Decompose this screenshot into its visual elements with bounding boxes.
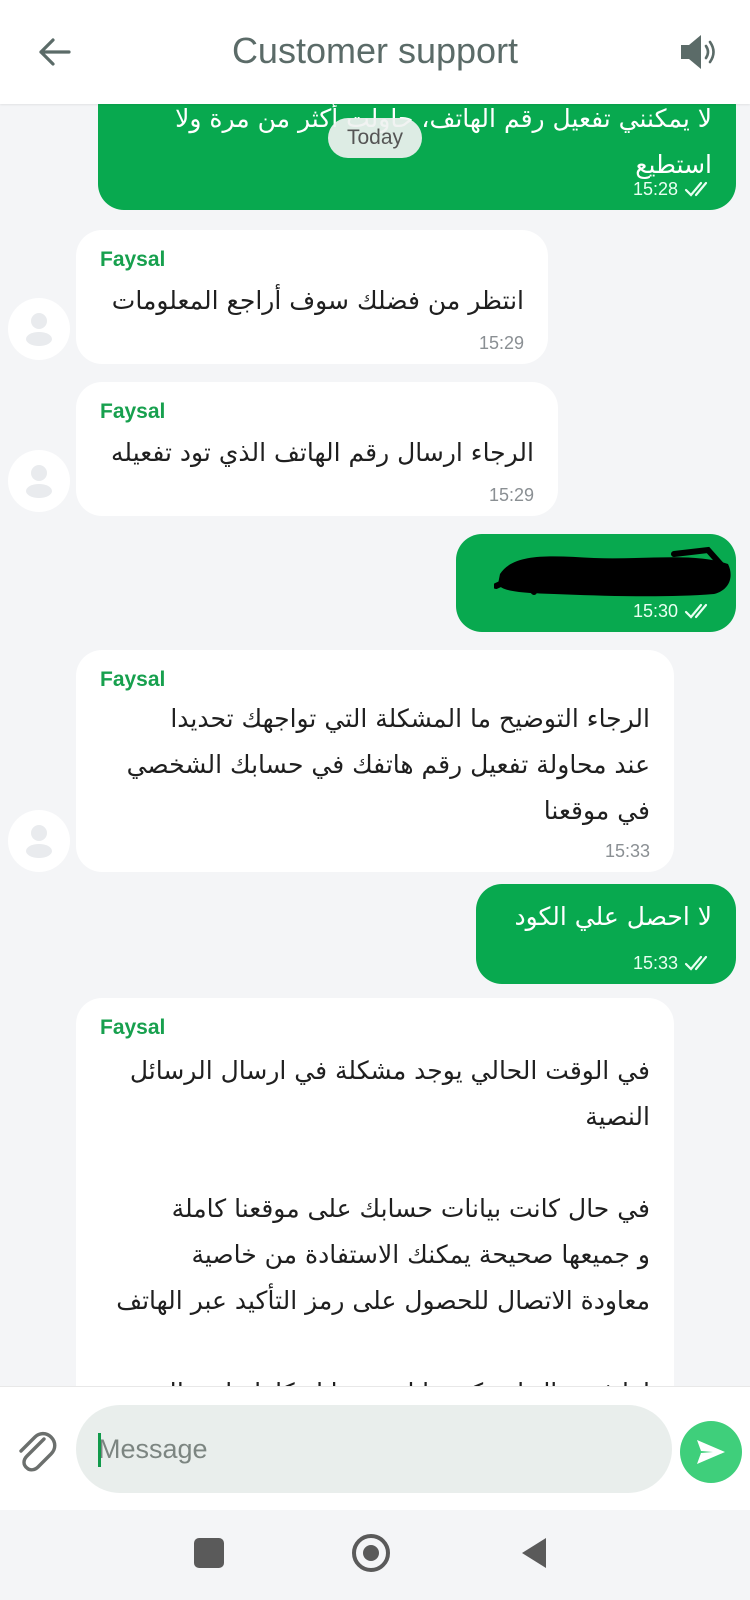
- sender-name: Faysal: [100, 668, 166, 691]
- paperclip-icon: [19, 1431, 57, 1472]
- message-bubble-incoming[interactable]: Faysal الرجاء ارسال رقم الهاتف الذي تود …: [76, 382, 558, 516]
- message-bubble-incoming[interactable]: Faysal الرجاء التوضيح ما المشكلة التي تو…: [76, 650, 674, 872]
- message-time: 15:29: [488, 485, 534, 505]
- double-check-icon: [684, 181, 708, 197]
- message-bubble-outgoing[interactable]: لا احصل علي الكود 15:33: [476, 884, 736, 984]
- message-time: 15:29: [478, 333, 524, 353]
- recents-button[interactable]: [194, 1538, 224, 1568]
- message-input[interactable]: [76, 1405, 672, 1493]
- sender-name: Faysal: [100, 400, 166, 423]
- system-nav-bar: [0, 1510, 750, 1600]
- message-text: الرجاء ارسال رقم الهاتف الذي تود تفعيله: [111, 438, 534, 467]
- home-button[interactable]: [352, 1534, 390, 1572]
- message-time: 15:30: [632, 601, 678, 621]
- avatar: [8, 450, 70, 512]
- app-header: Customer support: [0, 0, 750, 104]
- sender-name: Faysal: [100, 248, 166, 271]
- double-check-icon: [684, 955, 708, 971]
- user-placeholder-icon: [26, 313, 52, 346]
- message-bubble-incoming[interactable]: Faysal في الوقت الحالي يوجد مشكلة في ارس…: [76, 998, 674, 1386]
- sender-name: Faysal: [100, 1016, 166, 1039]
- date-separator: Today: [328, 118, 422, 158]
- message-time: 15:33: [632, 953, 678, 973]
- text-cursor: [98, 1433, 101, 1467]
- message-list[interactable]: لا يمكنني تفعيل رقم الهاتف، حاولت أكثر م…: [0, 104, 750, 1386]
- message-bubble-incoming[interactable]: Faysal انتظر من فضلك سوف أراجع المعلومات…: [76, 230, 548, 364]
- sound-button[interactable]: [674, 28, 724, 76]
- home-dot: [363, 1545, 379, 1561]
- message-text: انتظر من فضلك سوف أراجع المعلومات: [111, 286, 524, 315]
- message-text: الرجاء التوضيح ما المشكلة التي تواجهك تح…: [126, 704, 650, 825]
- double-check-icon: [684, 603, 708, 619]
- avatar: [8, 810, 70, 872]
- message-time: 15:28: [632, 179, 678, 199]
- message-bubble-outgoing[interactable]: لا يمكنني تفعيل رقم الهاتف، حاولت أكثر م…: [98, 104, 736, 210]
- user-placeholder-icon: [26, 825, 52, 858]
- speaker-icon: [681, 35, 715, 69]
- message-composer: [0, 1386, 750, 1510]
- attach-button[interactable]: [14, 1427, 58, 1473]
- avatar: [8, 298, 70, 360]
- message-bubble-outgoing[interactable]: 15:30: [456, 534, 736, 632]
- message-text: لا يمكنني تفعيل رقم الهاتف، حاولت أكثر م…: [175, 104, 712, 179]
- message-time: 15:33: [604, 841, 650, 861]
- message-text: في الوقت الحالي يوجد مشكلة في ارسال الرس…: [116, 1056, 650, 1386]
- message-text: لا احصل علي الكود: [514, 902, 712, 931]
- send-icon: [697, 1440, 725, 1464]
- nav-back-button[interactable]: [520, 1536, 548, 1570]
- send-button[interactable]: [680, 1421, 742, 1483]
- page-title: Customer support: [231, 30, 519, 71]
- redaction-scribble: [494, 546, 731, 597]
- user-placeholder-icon: [26, 465, 52, 498]
